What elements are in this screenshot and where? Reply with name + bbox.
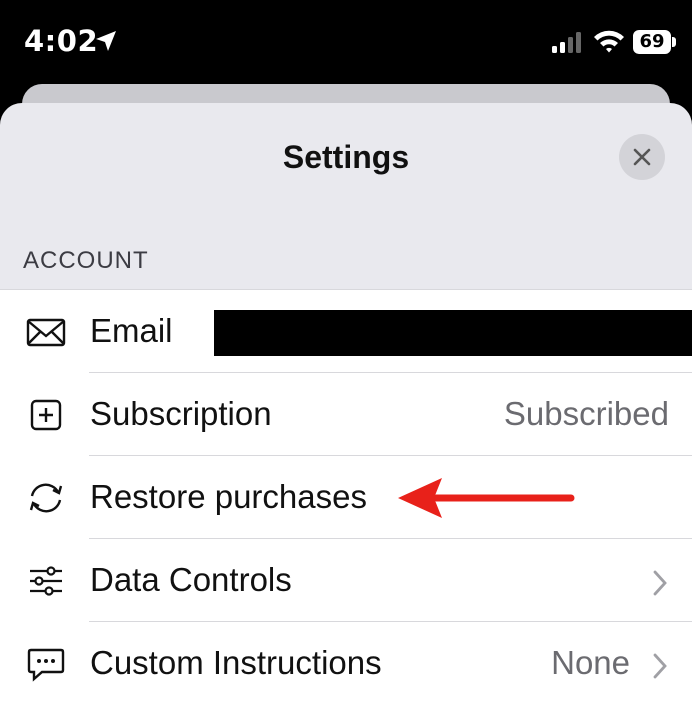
data-controls-row[interactable]: Data Controls — [0, 539, 692, 622]
sliders-icon — [30, 566, 62, 596]
refresh-icon — [29, 483, 63, 513]
custom-instructions-row[interactable]: Custom Instructions None — [0, 622, 692, 704]
status-time: 4:02 — [24, 24, 99, 58]
subscription-label: Subscription — [90, 395, 272, 432]
annotation-arrow-icon — [398, 478, 575, 518]
restore-purchases-label: Restore purchases — [90, 478, 367, 515]
custom-instructions-label: Custom Instructions — [90, 644, 382, 681]
location-arrow-icon — [96, 31, 116, 51]
section-header-account: ACCOUNT — [23, 247, 149, 274]
subscription-row[interactable]: Subscription Subscribed — [0, 373, 692, 456]
status-bar: 4:02 69 — [0, 0, 692, 86]
close-button[interactable] — [619, 134, 665, 180]
chat-bubble-icon — [27, 648, 65, 682]
email-label: Email — [90, 312, 173, 349]
settings-sheet: Settings ACCOUNT Email Subscription Subs… — [0, 103, 692, 704]
custom-instructions-value: None — [551, 644, 630, 681]
data-controls-label: Data Controls — [90, 561, 292, 598]
battery-indicator: 69 — [633, 30, 677, 54]
chevron-right-icon — [653, 570, 667, 596]
subscription-status: Subscribed — [503, 395, 669, 432]
page-title: Settings — [282, 139, 410, 175]
redacted-email-value — [214, 310, 692, 356]
plus-square-icon — [30, 399, 62, 431]
account-list: Email Subscription Subscribed Restore pu… — [0, 289, 692, 704]
restore-purchases-row[interactable]: Restore purchases — [0, 456, 692, 539]
battery-level: 69 — [639, 31, 665, 52]
wifi-icon — [594, 30, 624, 53]
email-row[interactable]: Email — [0, 290, 692, 373]
chevron-right-icon — [653, 653, 667, 679]
envelope-icon — [26, 318, 66, 347]
close-icon — [633, 148, 651, 166]
cellular-signal-icon — [552, 32, 581, 53]
